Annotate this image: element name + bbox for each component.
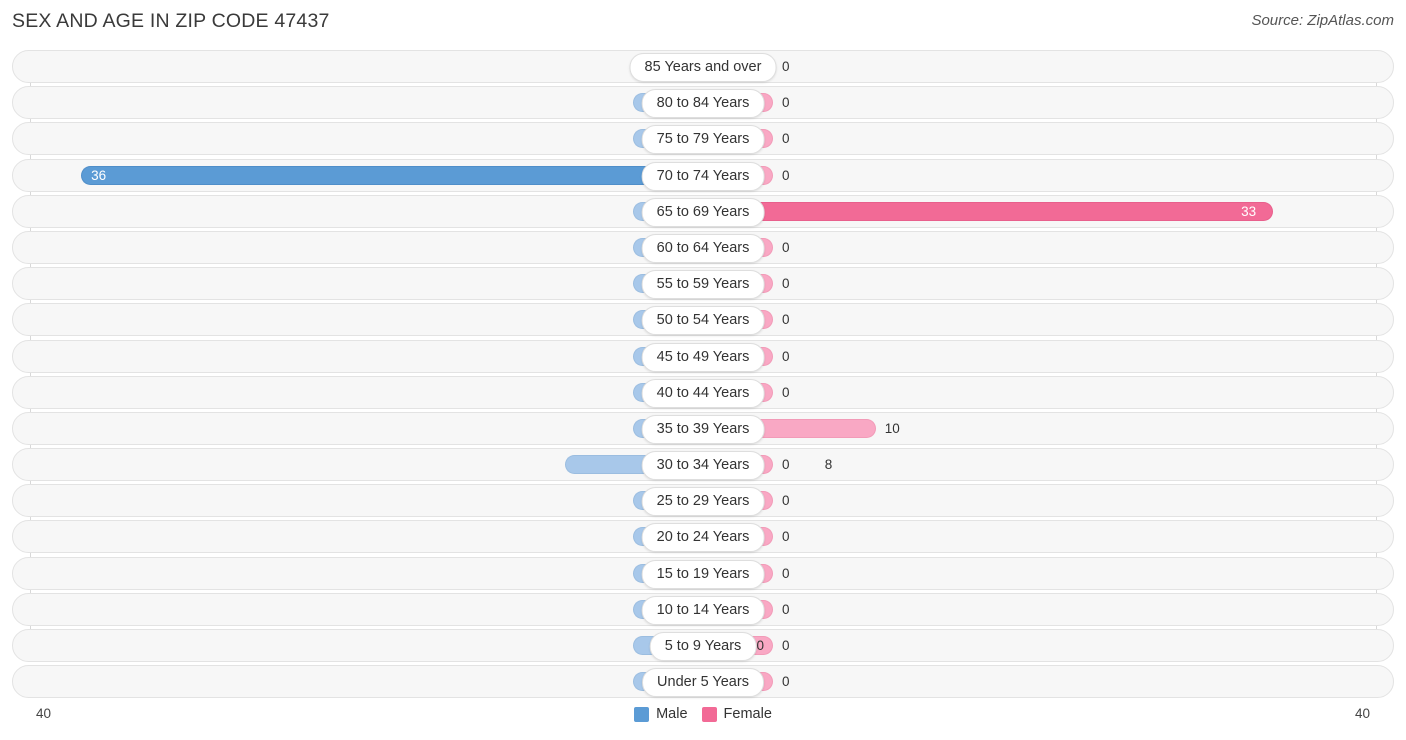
chart-legend: Male Female (0, 706, 1406, 722)
population-pyramid: 0 0 85 Years and over 0 0 80 to 84 Years 0 0 75 … (0, 50, 1406, 702)
age-group-label: 5 to 9 Years (649, 632, 757, 661)
chart-row: 0025 to 29 Years (0, 484, 1406, 518)
chart-row: 0060 to 64 Years (0, 230, 1406, 264)
source-attribution: Source: ZipAtlas.com (1251, 12, 1394, 29)
chart-footer: 40 40 Male Female (0, 700, 1406, 740)
age-group-label: 10 to 14 Years (641, 595, 765, 625)
chart-row: 00Under 5 Years (0, 665, 1406, 699)
legend-swatch-male (634, 706, 650, 722)
bar-female[interactable] (703, 201, 1274, 221)
value-label-female: 0 (782, 348, 790, 364)
legend-item-female[interactable]: Female (701, 706, 772, 722)
chart-row: 0020 to 24 Years (0, 520, 1406, 554)
chart-row: 36 0 70 to 74 Years (0, 158, 1406, 192)
value-label-female: 0 (782, 529, 790, 545)
age-group-label: Under 5 Years (642, 668, 764, 698)
value-label-female: 0 (782, 638, 790, 653)
age-group-label: 80 to 84 Years (641, 89, 765, 119)
chart-page: SEX AND AGE IN ZIP CODE 47437 Source: Zi… (0, 0, 1406, 740)
value-label-female: 0 (782, 312, 790, 328)
value-label-female: 0 (782, 457, 790, 473)
value-label-male: 0 (756, 638, 764, 653)
value-label-male: 36 (91, 167, 107, 183)
age-group-label: 65 to 69 Years (641, 197, 765, 227)
value-label-male: 8 (824, 457, 833, 473)
chart-row: 0050 to 54 Years (0, 303, 1406, 337)
chart-header: SEX AND AGE IN ZIP CODE 47437 Source: Zi… (0, 0, 1406, 46)
chart-row: 0040 to 44 Years (0, 375, 1406, 409)
age-group-label: 60 to 64 Years (641, 233, 765, 263)
legend-label-male: Male (656, 706, 688, 722)
age-group-label: 75 to 79 Years (641, 125, 765, 155)
value-label-female: 0 (782, 276, 790, 292)
age-group-label: 85 Years and over (629, 53, 777, 82)
chart-row: 03365 to 69 Years (0, 194, 1406, 228)
age-group-label: 35 to 39 Years (641, 414, 765, 444)
chart-row: 01035 to 39 Years (0, 411, 1406, 445)
value-label-female: 0 (782, 239, 790, 255)
age-group-label: 50 to 54 Years (641, 306, 765, 336)
value-label-female: 0 (782, 131, 790, 147)
chart-row: 0015 to 19 Years (0, 556, 1406, 590)
age-group-label: 25 to 29 Years (641, 487, 765, 517)
chart-row: 0075 to 79 Years (0, 122, 1406, 156)
bar-male[interactable] (81, 165, 703, 185)
chart-rows: 0 0 85 Years and over 0 0 80 to 84 Years 0 0 75 … (0, 50, 1406, 701)
chart-row: 0010 to 14 Years (0, 592, 1406, 626)
age-group-label: 70 to 74 Years (641, 161, 765, 191)
value-label-female: 0 (782, 565, 790, 581)
legend-item-male[interactable]: Male (634, 706, 688, 722)
age-group-label: 45 to 49 Years (641, 342, 765, 372)
age-group-label: 30 to 34 Years (641, 451, 765, 481)
chart-row: 0055 to 59 Years (0, 267, 1406, 301)
age-group-label: 20 to 24 Years (641, 523, 765, 553)
chart-row: 005 to 9 Years (0, 629, 1406, 662)
age-group-label: 55 to 59 Years (641, 270, 765, 300)
page-title: SEX AND AGE IN ZIP CODE 47437 (12, 10, 330, 32)
value-label-female: 33 (1241, 203, 1257, 219)
value-label-female: 10 (884, 420, 900, 436)
value-label-female: 0 (782, 601, 790, 617)
value-label-female: 0 (782, 95, 790, 111)
value-label-female: 0 (782, 674, 790, 690)
value-label-female: 0 (782, 384, 790, 400)
legend-swatch-female (701, 706, 717, 722)
chart-row: 0080 to 84 Years (0, 86, 1406, 120)
legend-label-female: Female (723, 706, 772, 722)
chart-row: 0085 Years and over (0, 50, 1406, 83)
value-label-female: 0 (782, 493, 790, 509)
value-label-female: 0 (782, 167, 790, 183)
value-label-female: 0 (782, 59, 790, 74)
chart-row: 8 0 30 to 34 Years (0, 448, 1406, 482)
chart-row: 0045 to 49 Years (0, 339, 1406, 373)
age-group-label: 15 to 19 Years (641, 559, 765, 589)
age-group-label: 40 to 44 Years (641, 378, 765, 408)
